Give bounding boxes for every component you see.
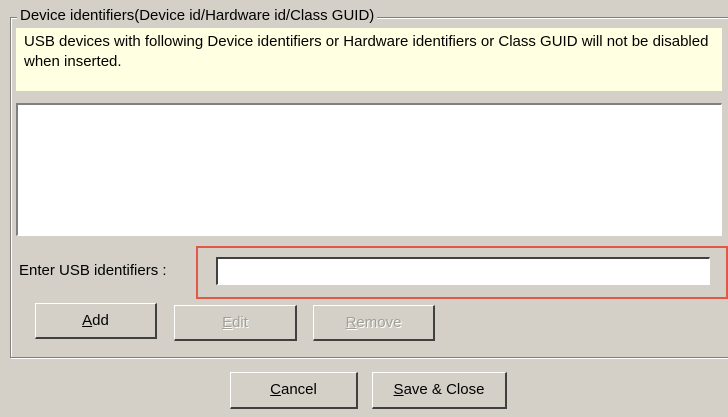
- add-button[interactable]: Add: [35, 303, 157, 339]
- edit-button-label: dit: [232, 313, 248, 331]
- cancel-button[interactable]: Cancel: [230, 372, 358, 409]
- edit-button[interactable]: Edit: [174, 305, 297, 341]
- info-note: USB devices with following Device identi…: [16, 28, 722, 91]
- save-close-button[interactable]: Save & Close: [372, 372, 507, 409]
- add-button-mnemonic: A: [82, 311, 93, 329]
- add-button-label: dd: [92, 311, 109, 329]
- edit-button-mnemonic: E: [222, 313, 233, 331]
- cancel-button-mnemonic: C: [270, 381, 281, 398]
- remove-button[interactable]: Remove: [313, 305, 435, 341]
- identifiers-list[interactable]: [16, 103, 722, 236]
- groupbox-title: Device identifiers(Device id/Hardware id…: [17, 7, 378, 25]
- save-close-button-mnemonic: S: [393, 381, 404, 398]
- usb-identifiers-input[interactable]: [216, 257, 710, 285]
- usb-identifiers-label: Enter USB identifiers :: [19, 262, 167, 279]
- cancel-button-label: ancel: [280, 381, 317, 398]
- remove-button-mnemonic: R: [345, 313, 357, 331]
- remove-button-label: emove: [356, 313, 402, 331]
- save-close-button-label: ave & Close: [403, 381, 485, 398]
